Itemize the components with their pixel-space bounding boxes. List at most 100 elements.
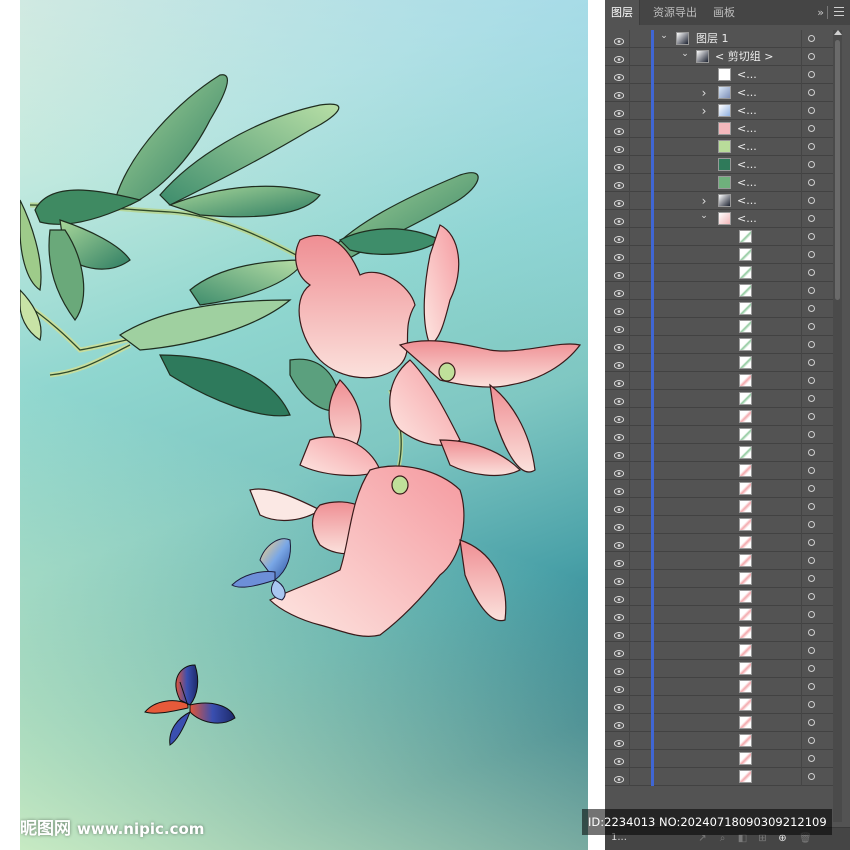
- target-circle-icon[interactable]: [808, 233, 815, 240]
- visibility-eye-icon[interactable]: [613, 359, 625, 369]
- chevron-right-icon[interactable]: ›: [699, 105, 709, 117]
- layer-row-path[interactable]: [605, 408, 833, 426]
- visibility-eye-icon[interactable]: [613, 107, 625, 117]
- target-circle-icon[interactable]: [808, 773, 815, 780]
- target-circle-icon[interactable]: [808, 359, 815, 366]
- visibility-eye-icon[interactable]: [613, 35, 625, 45]
- layer-row-sublayer[interactable]: <...: [605, 66, 833, 84]
- target-circle-icon[interactable]: [808, 629, 815, 636]
- target-circle-icon[interactable]: [808, 503, 815, 510]
- layer-row-path[interactable]: [605, 552, 833, 570]
- lock-column[interactable]: [629, 84, 630, 102]
- target-circle-icon[interactable]: [808, 179, 815, 186]
- target-circle-icon[interactable]: [808, 287, 815, 294]
- target-circle-icon[interactable]: [808, 107, 815, 114]
- visibility-eye-icon[interactable]: [613, 323, 625, 333]
- lock-column[interactable]: [629, 714, 630, 732]
- layer-row-path[interactable]: [605, 246, 833, 264]
- visibility-eye-icon[interactable]: [613, 557, 625, 567]
- lock-column[interactable]: [629, 48, 630, 66]
- target-circle-icon[interactable]: [808, 71, 815, 78]
- layer-row-path[interactable]: [605, 300, 833, 318]
- target-circle-icon[interactable]: [808, 611, 815, 618]
- target-circle-icon[interactable]: [808, 35, 815, 42]
- lock-column[interactable]: [629, 462, 630, 480]
- lock-column[interactable]: [629, 732, 630, 750]
- layer-name[interactable]: < 剪切组 >: [715, 49, 773, 65]
- visibility-eye-icon[interactable]: [613, 467, 625, 477]
- layer-row-path[interactable]: [605, 588, 833, 606]
- visibility-eye-icon[interactable]: [613, 449, 625, 459]
- lock-column[interactable]: [629, 192, 630, 210]
- layer-row-path[interactable]: [605, 318, 833, 336]
- visibility-eye-icon[interactable]: [613, 89, 625, 99]
- chevron-down-icon[interactable]: ⌄: [680, 49, 690, 59]
- layer-name[interactable]: <...: [737, 211, 757, 227]
- layer-name[interactable]: <...: [737, 103, 757, 119]
- visibility-eye-icon[interactable]: [613, 395, 625, 405]
- target-circle-icon[interactable]: [808, 143, 815, 150]
- layer-row-path[interactable]: [605, 570, 833, 588]
- layer-name[interactable]: <...: [737, 175, 757, 191]
- layer-row-sublayer[interactable]: <...: [605, 138, 833, 156]
- lock-column[interactable]: [629, 480, 630, 498]
- target-circle-icon[interactable]: [808, 197, 815, 204]
- target-circle-icon[interactable]: [808, 125, 815, 132]
- target-circle-icon[interactable]: [808, 701, 815, 708]
- layer-row-sublayer[interactable]: › <...: [605, 102, 833, 120]
- visibility-eye-icon[interactable]: [613, 161, 625, 171]
- target-circle-icon[interactable]: [808, 215, 815, 222]
- layer-row-sublayer[interactable]: <...: [605, 156, 833, 174]
- visibility-eye-icon[interactable]: [613, 179, 625, 189]
- layer-row-path[interactable]: [605, 372, 833, 390]
- layer-row-sublayer[interactable]: ⌄ <...: [605, 210, 833, 228]
- target-circle-icon[interactable]: [808, 89, 815, 96]
- chevron-right-icon[interactable]: ›: [699, 87, 709, 99]
- layer-row-path[interactable]: [605, 354, 833, 372]
- layer-name[interactable]: <...: [737, 157, 757, 173]
- layer-row-path[interactable]: [605, 642, 833, 660]
- layer-row-path[interactable]: [605, 282, 833, 300]
- target-circle-icon[interactable]: [808, 251, 815, 258]
- layer-row-clip-group[interactable]: ⌄ < 剪切组 >: [605, 48, 833, 66]
- target-circle-icon[interactable]: [808, 485, 815, 492]
- visibility-eye-icon[interactable]: [613, 521, 625, 531]
- target-circle-icon[interactable]: [808, 269, 815, 276]
- visibility-eye-icon[interactable]: [613, 719, 625, 729]
- panel-menu-icon[interactable]: [834, 7, 844, 17]
- layer-row-path[interactable]: [605, 660, 833, 678]
- chevron-down-icon[interactable]: ⌄: [699, 211, 709, 221]
- target-circle-icon[interactable]: [808, 431, 815, 438]
- lock-column[interactable]: [629, 318, 630, 336]
- lock-column[interactable]: [629, 210, 630, 228]
- lock-column[interactable]: [629, 30, 630, 48]
- target-circle-icon[interactable]: [808, 665, 815, 672]
- layer-row-sublayer[interactable]: <...: [605, 120, 833, 138]
- layer-row-path[interactable]: [605, 336, 833, 354]
- lock-column[interactable]: [629, 66, 630, 84]
- lock-column[interactable]: [629, 336, 630, 354]
- lock-column[interactable]: [629, 750, 630, 768]
- lock-column[interactable]: [629, 390, 630, 408]
- target-circle-icon[interactable]: [808, 575, 815, 582]
- visibility-eye-icon[interactable]: [613, 431, 625, 441]
- lock-column[interactable]: [629, 372, 630, 390]
- visibility-eye-icon[interactable]: [613, 593, 625, 603]
- visibility-eye-icon[interactable]: [613, 251, 625, 261]
- visibility-eye-icon[interactable]: [613, 125, 625, 135]
- layer-row-path[interactable]: [605, 714, 833, 732]
- layer-row-path[interactable]: [605, 606, 833, 624]
- visibility-eye-icon[interactable]: [613, 665, 625, 675]
- target-circle-icon[interactable]: [808, 53, 815, 60]
- tab-layers[interactable]: 图层: [605, 0, 640, 25]
- visibility-eye-icon[interactable]: [613, 197, 625, 207]
- visibility-eye-icon[interactable]: [613, 287, 625, 297]
- target-circle-icon[interactable]: [808, 755, 815, 762]
- visibility-eye-icon[interactable]: [613, 737, 625, 747]
- lock-column[interactable]: [629, 246, 630, 264]
- layer-row-path[interactable]: [605, 678, 833, 696]
- lock-column[interactable]: [629, 300, 630, 318]
- tab-artboards[interactable]: 画板: [707, 0, 741, 25]
- lock-column[interactable]: [629, 570, 630, 588]
- layer-row-path[interactable]: [605, 462, 833, 480]
